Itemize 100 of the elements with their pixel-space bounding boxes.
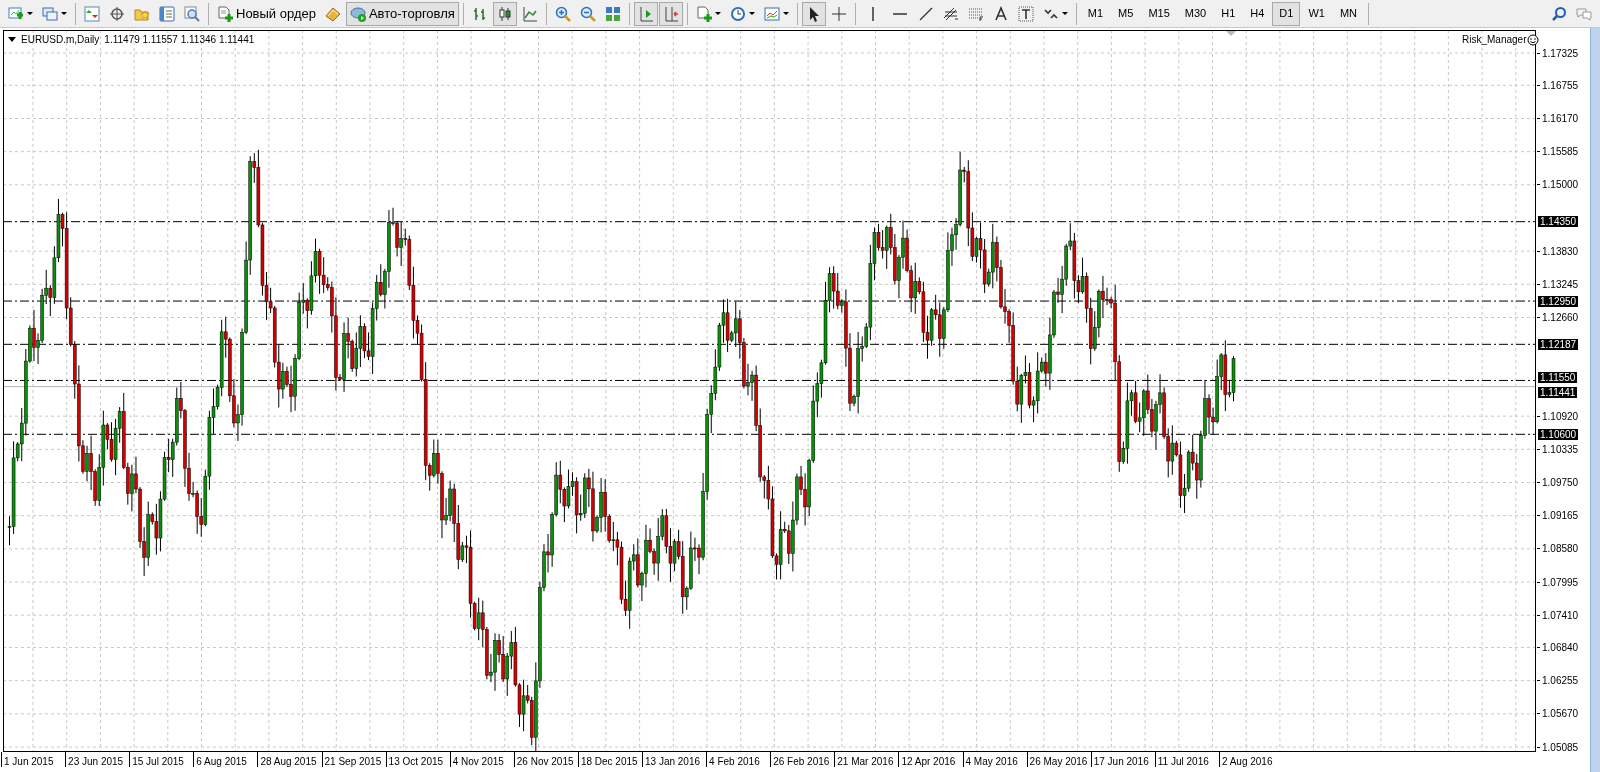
- axis-shift-icon: [637, 5, 654, 22]
- level-price-label: 1.10600: [1538, 428, 1579, 440]
- line-chart-icon: [521, 5, 538, 22]
- auto-scroll-button[interactable]: [658, 1, 683, 26]
- date-label: 26 Nov 2015: [513, 752, 574, 767]
- letter-icon: [992, 5, 1009, 22]
- price-tick-label: 1.15000: [1537, 179, 1579, 191]
- chart-window-icon: [763, 5, 780, 22]
- price-tick-label: 1.07995: [1537, 576, 1579, 588]
- level-price-label: 1.14350: [1538, 216, 1579, 228]
- caret-icon: [27, 12, 33, 15]
- timeframe-button[interactable]: M1: [1080, 1, 1111, 26]
- diagonal-line-icon: [917, 5, 934, 22]
- auto-trading-button[interactable]: Авто-торговля: [345, 1, 459, 26]
- magnifier-chart-icon: [184, 5, 200, 22]
- timeframe-button[interactable]: W1: [1301, 1, 1332, 26]
- symbol-label: EURUSD.m,Daily: [21, 33, 100, 47]
- cursor-button[interactable]: [801, 1, 826, 26]
- chart-shift-marker-icon: [1226, 31, 1236, 36]
- date-label: 4 Feb 2016: [706, 752, 760, 767]
- price-tick-label: 1.12660: [1537, 312, 1579, 323]
- date-label: 1 Jun 2015: [1, 752, 54, 767]
- horizontal-level-line[interactable]: [3, 300, 1536, 302]
- price-tick-label: 1.05085: [1537, 741, 1579, 753]
- bars-icon: [471, 5, 488, 22]
- level-price-label: 1.12187: [1538, 338, 1579, 350]
- hatched-lines-icon: [942, 5, 959, 22]
- candlestick-icon: [496, 5, 513, 22]
- horizontal-line-icon: [892, 12, 907, 15]
- window-list-icon: [159, 5, 175, 22]
- horizontal-level-line[interactable]: [3, 433, 1536, 435]
- clock-icon: [729, 5, 746, 22]
- timeframe-button[interactable]: M15: [1141, 1, 1177, 26]
- timeframe-button[interactable]: M5: [1111, 1, 1141, 26]
- date-label: 17 Jun 2016: [1090, 752, 1149, 767]
- date-label: 15 Jul 2015: [129, 752, 184, 767]
- date-label: 18 Dec 2015: [577, 752, 638, 767]
- date-label: 26 May 2016: [1026, 752, 1088, 767]
- level-price-label: 1.12950: [1538, 295, 1579, 307]
- zoom-in-icon: [554, 5, 571, 22]
- date-label: 11 Jul 2016: [1154, 752, 1209, 767]
- date-label: 2 Aug 2016: [1218, 752, 1273, 767]
- date-label: 13 Oct 2015: [385, 752, 444, 767]
- tiles-icon: [604, 5, 621, 22]
- expert-name: Risk_Manager: [1462, 33, 1527, 47]
- new-order-button[interactable]: Новый ордер: [213, 1, 320, 26]
- candlestick-chart-button[interactable]: [492, 1, 517, 26]
- caret-icon: [714, 12, 721, 15]
- price-tick-label: 1.09165: [1537, 510, 1579, 522]
- ohlc-values: 1.11479 1.11557 1.11346 1.11441: [104, 33, 255, 47]
- horizontal-level-line[interactable]: [3, 221, 1536, 223]
- date-label: 21 Mar 2016: [834, 752, 894, 767]
- scrollbar[interactable]: [1590, 28, 1600, 772]
- date-label: 26 Feb 2016: [770, 752, 830, 767]
- dropdown-triangle-icon: [8, 37, 16, 42]
- horizontal-level-line[interactable]: [3, 343, 1536, 345]
- date-label: 6 Aug 2015: [193, 752, 247, 767]
- price-tick-label: 1.08580: [1537, 543, 1579, 555]
- zoom-out-icon: [579, 5, 596, 22]
- level-price-label: 1.11550: [1538, 371, 1578, 383]
- letter-box-icon: [1017, 5, 1034, 22]
- price-tick-label: 1.10335: [1537, 443, 1579, 455]
- document-plus-icon: [217, 5, 233, 22]
- document-plus-icon: [695, 5, 712, 22]
- date-label: 28 Aug 2015: [257, 752, 317, 767]
- date-label: 4 May 2016: [962, 752, 1018, 767]
- timeframe-button[interactable]: M30: [1177, 1, 1214, 26]
- horizontal-level-line[interactable]: [3, 379, 1536, 381]
- date-label: 4 Nov 2015: [449, 752, 504, 767]
- caret-icon: [1061, 12, 1068, 15]
- price-tick-label: 1.10920: [1537, 410, 1579, 422]
- price-tick-label: 1.13830: [1537, 245, 1579, 257]
- timeframe-button[interactable]: D1: [1272, 1, 1301, 26]
- chart-shift-button[interactable]: [633, 1, 658, 26]
- price-tick-label: 1.06840: [1537, 642, 1579, 653]
- price-tick-label: 1.06255: [1537, 675, 1579, 687]
- timeframe-button[interactable]: MN: [1332, 1, 1364, 26]
- caret-icon: [782, 12, 789, 15]
- timeframe-button[interactable]: H4: [1243, 1, 1272, 26]
- speech-bubbles-icon: [1576, 5, 1592, 22]
- crosshair-icon: [109, 5, 125, 22]
- dotted-lines-icon: [967, 5, 984, 22]
- price-tick-label: 1.07410: [1537, 609, 1579, 621]
- bid-price-label: 1.11441: [1538, 387, 1578, 399]
- price-tick-label: 1.17325: [1537, 47, 1579, 59]
- arrows-icon: [84, 5, 100, 22]
- chart-plus-icon: [8, 5, 24, 22]
- date-label: 21 Sep 2015: [321, 752, 382, 767]
- axis-arrow-icon: [662, 5, 679, 22]
- robot-play-icon: [349, 5, 366, 22]
- date-label: 12 Apr 2016: [898, 752, 956, 767]
- price-tick-label: 1.09750: [1537, 477, 1579, 488]
- windows-icon: [42, 5, 58, 22]
- timeframe-button[interactable]: H1: [1214, 1, 1243, 26]
- caret-icon: [61, 12, 67, 15]
- caret-icon: [748, 12, 755, 15]
- price-tick-label: 1.16755: [1537, 79, 1579, 91]
- vertical-line-icon: [871, 6, 874, 21]
- price-tick-label: 1.05670: [1537, 708, 1579, 720]
- crosshair-icon: [830, 5, 847, 22]
